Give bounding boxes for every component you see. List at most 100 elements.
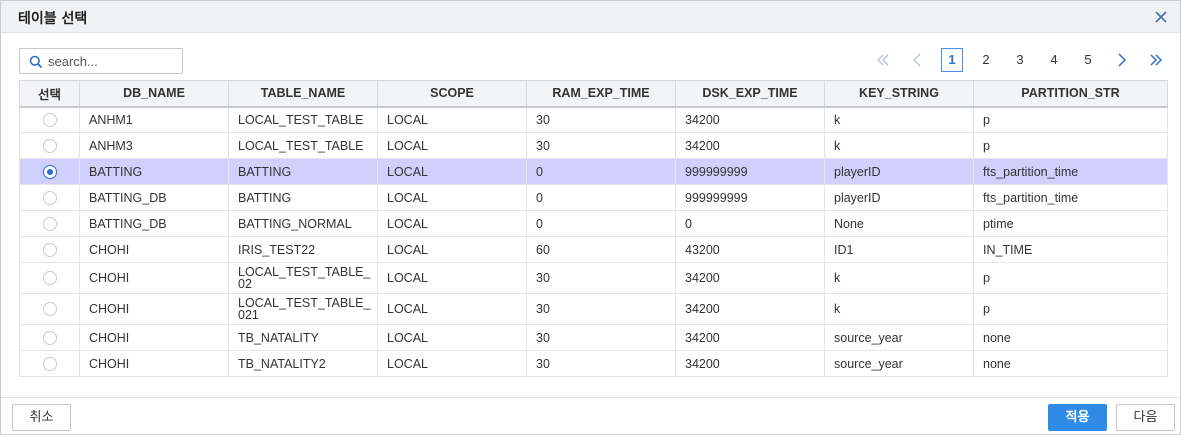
cell-table-name: TB_NATALITY [228,324,378,351]
dialog-title: 테이블 선택 [18,11,88,27]
cell-partition-str: fts_partition_time [973,158,1168,185]
cell-ram-exp-time: 30 [526,106,676,133]
cancel-button[interactable]: 취소 [12,404,71,431]
table-row[interactable]: CHOHI TB_NATALITY LOCAL 30 34200 source_… [19,324,1168,351]
next-button[interactable]: 다음 [1116,404,1175,431]
chevron-left-icon[interactable] [906,48,928,72]
cell-scope: LOCAL [377,184,527,211]
double-chevron-right-icon[interactable] [1145,48,1167,72]
cell-dsk-exp-time: 34200 [675,132,825,159]
page-4[interactable]: 4 [1043,48,1065,72]
row-radio[interactable] [42,138,57,153]
col-header-table-name[interactable]: TABLE_NAME [228,80,378,108]
page-5[interactable]: 5 [1077,48,1099,72]
cell-db-name: BATTING [79,158,229,185]
cell-key-string: k [824,293,974,325]
cell-table-name: LOCAL_TEST_TABLE [228,132,378,159]
cell-ram-exp-time: 0 [526,184,676,211]
close-icon[interactable] [1152,8,1170,26]
search-box [19,48,183,74]
table-row[interactable]: BATTING_DB BATTING LOCAL 0 999999999 pla… [19,184,1168,211]
cell-ram-exp-time: 0 [526,210,676,237]
cell-table-name-line: LOCAL_TEST_TABLE_ [238,265,371,279]
row-radio[interactable] [42,112,57,127]
cell-partition-str: none [973,324,1168,351]
cell-db-name: ANHM3 [79,132,229,159]
cell-table-name: LOCAL_TEST_TABLE [228,106,378,133]
page-1[interactable]: 1 [941,48,963,72]
cell-dsk-exp-time: 43200 [675,236,825,263]
cell-table-name-line: 02 [238,277,252,291]
cell-key-string: playerID [824,184,974,211]
col-header-scope[interactable]: SCOPE [377,80,527,108]
dialog-header: 테이블 선택 [1,1,1180,33]
cell-db-name: CHOHI [79,293,229,325]
double-chevron-left-icon[interactable] [872,48,894,72]
col-header-select[interactable]: 선택 [19,80,80,108]
row-radio[interactable] [42,242,57,257]
cell-partition-str: p [973,132,1168,159]
row-radio[interactable] [42,330,57,345]
cell-scope: LOCAL [377,210,527,237]
cell-db-name: ANHM1 [79,106,229,133]
cell-scope: LOCAL [377,262,527,294]
cell-ram-exp-time: 30 [526,324,676,351]
apply-button[interactable]: 적용 [1048,404,1107,431]
cell-scope: LOCAL [377,324,527,351]
table-row[interactable]: ANHM1 LOCAL_TEST_TABLE LOCAL 30 34200 k … [19,106,1168,133]
table-row-selected[interactable]: BATTING BATTING LOCAL 0 999999999 player… [19,158,1168,185]
row-radio[interactable] [42,356,57,371]
cell-scope: LOCAL [377,350,527,377]
cell-ram-exp-time: 30 [526,293,676,325]
cell-key-string: ID1 [824,236,974,263]
cell-partition-str: fts_partition_time [973,184,1168,211]
row-radio[interactable] [42,216,57,231]
row-radio[interactable] [42,302,57,316]
cell-db-name: CHOHI [79,262,229,294]
col-header-ram-exp-time[interactable]: RAM_EXP_TIME [526,80,676,108]
search-icon [29,55,43,69]
cell-scope: LOCAL [377,132,527,159]
col-header-db-name[interactable]: DB_NAME [79,80,229,108]
col-header-partition-str[interactable]: PARTITION_STR [973,80,1168,108]
cell-scope: LOCAL [377,106,527,133]
cell-dsk-exp-time: 34200 [675,293,825,325]
cell-partition-str: p [973,293,1168,325]
cell-db-name: CHOHI [79,324,229,351]
chevron-right-icon[interactable] [1111,48,1133,72]
page-3[interactable]: 3 [1009,48,1031,72]
row-radio-selected[interactable] [42,164,57,179]
cell-ram-exp-time: 60 [526,236,676,263]
cell-table-name: LOCAL_TEST_TABLE_ 021 [228,293,378,325]
col-header-key-string[interactable]: KEY_STRING [824,80,974,108]
cell-dsk-exp-time: 34200 [675,262,825,294]
table-row[interactable]: CHOHI LOCAL_TEST_TABLE_ 02 LOCAL 30 34200… [19,262,1168,294]
table-row[interactable]: CHOHI IRIS_TEST22 LOCAL 60 43200 ID1 IN_… [19,236,1168,263]
cell-dsk-exp-time: 999999999 [675,158,825,185]
row-radio[interactable] [42,190,57,205]
cell-partition-str: p [973,106,1168,133]
cell-key-string: k [824,132,974,159]
search-input[interactable] [48,52,178,70]
cell-db-name: BATTING_DB [79,184,229,211]
cell-partition-str: IN_TIME [973,236,1168,263]
cell-key-string: source_year [824,324,974,351]
table-row[interactable]: CHOHI LOCAL_TEST_TABLE_ 021 LOCAL 30 3420… [19,293,1168,325]
table-row[interactable]: CHOHI TB_NATALITY2 LOCAL 30 34200 source… [19,350,1168,377]
cell-scope: LOCAL [377,158,527,185]
cell-table-name: IRIS_TEST22 [228,236,378,263]
cell-scope: LOCAL [377,236,527,263]
table-row[interactable]: ANHM3 LOCAL_TEST_TABLE LOCAL 30 34200 k … [19,132,1168,159]
table-row[interactable]: BATTING_DB BATTING_NORMAL LOCAL 0 0 None… [19,210,1168,237]
cell-dsk-exp-time: 34200 [675,350,825,377]
cell-table-name: LOCAL_TEST_TABLE_ 02 [228,262,378,294]
cell-key-string: k [824,262,974,294]
cell-scope: LOCAL [377,293,527,325]
page-2[interactable]: 2 [975,48,997,72]
row-radio[interactable] [42,271,57,285]
cell-table-name: BATTING [228,158,378,185]
cell-ram-exp-time: 0 [526,158,676,185]
cell-dsk-exp-time: 34200 [675,106,825,133]
col-header-dsk-exp-time[interactable]: DSK_EXP_TIME [675,80,825,108]
cell-dsk-exp-time: 999999999 [675,184,825,211]
